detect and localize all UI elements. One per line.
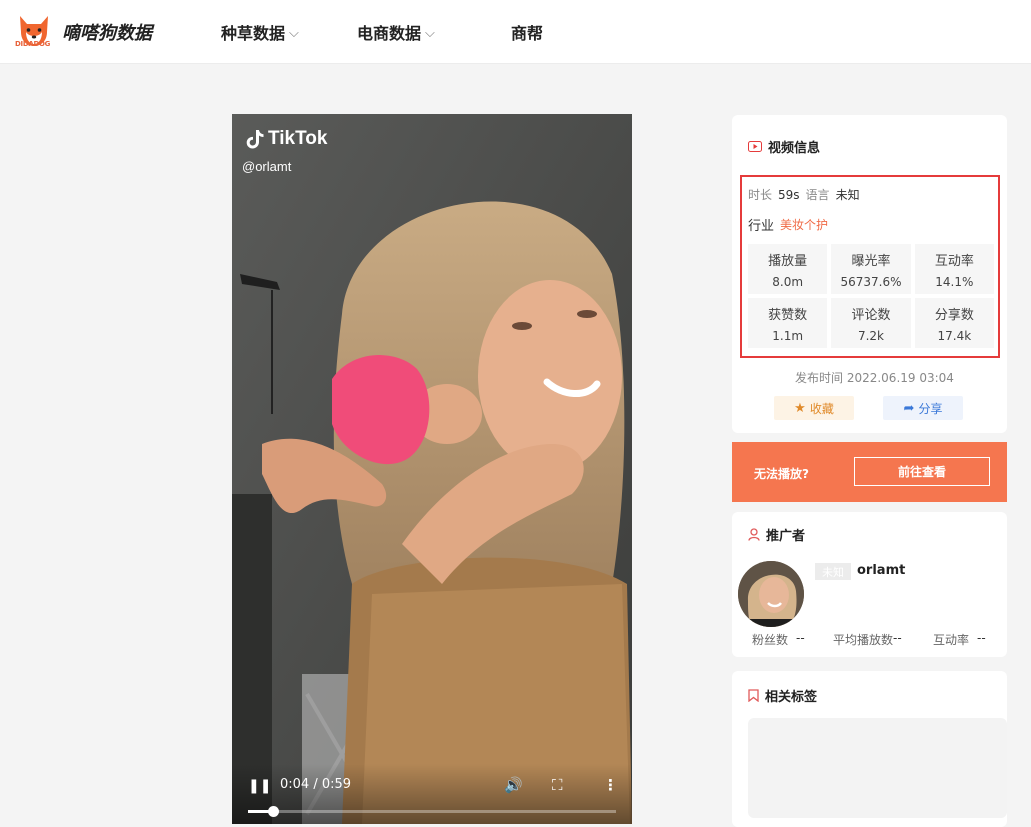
promoter-name[interactable]: orlamt [857, 563, 905, 578]
duration-value: 59s [778, 187, 800, 202]
star-icon: ★ [794, 400, 806, 416]
video-info-highlight-box: 时长 59s 语言 未知 行业 美妆个护 播放量 8.0m 曝光率 56737.… [740, 175, 1000, 358]
more-options-icon[interactable]: ⋮ [603, 776, 618, 794]
duration-language-row: 时长 59s 语言 未知 [748, 186, 860, 203]
video-icon [748, 141, 762, 152]
favorite-label: 收藏 [809, 401, 834, 416]
video-author-handle: @orlamt [242, 159, 292, 174]
top-navigation-bar: DIDADOG 嘀嗒狗数据 种草数据 ⌵ 电商数据 ⌵ 商帮 [0, 0, 1031, 64]
promoter-fans-stat: 粉丝数 -- [752, 631, 805, 648]
stat-value: 7.2k [857, 329, 885, 343]
logo-subtext: DIDADOG [15, 40, 51, 48]
go-view-button[interactable]: 前往查看 [854, 457, 990, 486]
duration-label: 时长 [748, 188, 773, 202]
cannot-play-text: 无法播放? [754, 467, 809, 481]
progress-knob[interactable] [268, 806, 280, 817]
stat-label: 曝光率 [851, 254, 891, 269]
share-label: 分享 [918, 401, 943, 416]
share-arrow-icon: ➦ [903, 400, 915, 416]
stat-value: 8.0m [772, 275, 804, 289]
section-heading: 推广者 [766, 529, 806, 544]
user-icon [748, 528, 760, 541]
tiktok-watermark: TikTok [246, 128, 327, 150]
promoter-avatar-image [738, 561, 804, 627]
platform-name: TikTok [268, 128, 328, 149]
stat-value: 14.1% [935, 275, 974, 289]
promoter-status-badge: 未知 [815, 563, 851, 580]
industry-row: 行业 美妆个护 [748, 215, 828, 234]
brand-name[interactable]: 嘀嗒狗数据 [62, 19, 152, 45]
video-time: 0:04 / 0:59 [280, 777, 352, 792]
avatar[interactable] [738, 561, 804, 627]
stat-comments: 评论数 7.2k [831, 298, 911, 348]
language-value: 未知 [835, 188, 860, 202]
promoter-title: 推广者 [748, 525, 805, 544]
chevron-down-icon: ⌵ [425, 25, 435, 41]
stat-label: 评论数 [851, 308, 891, 323]
stat-value: 17.4k [937, 329, 972, 343]
promoter-avg-play-stat: 平均播放数 -- [833, 631, 902, 648]
video-progress-bar[interactable] [248, 806, 616, 817]
stat-exposure-rate: 曝光率 56737.6% [831, 244, 911, 294]
avg-play-value: -- [893, 631, 902, 645]
industry-label: 行业 [748, 219, 775, 234]
nav-item-shangbang[interactable]: 商帮 [511, 20, 543, 44]
stat-plays: 播放量 8.0m [748, 244, 828, 294]
language-label: 语言 [805, 188, 830, 202]
engagement-value: -- [977, 631, 986, 645]
stat-value: 1.1m [772, 329, 804, 343]
stat-label: 互动率 [934, 254, 974, 269]
section-heading: 视频信息 [768, 141, 821, 156]
stat-value: 56737.6% [840, 275, 902, 289]
pause-button-icon[interactable]: ❚❚ [248, 778, 271, 794]
avg-play-label: 平均播放数 [833, 633, 894, 647]
engagement-label: 互动率 [933, 633, 970, 647]
publish-time: 发布时间 2022.06.19 03:04 [795, 371, 954, 385]
fullscreen-icon[interactable]: ⛶ [552, 776, 563, 794]
video-info-title: 视频信息 [748, 137, 820, 156]
industry-tag[interactable]: 美妆个护 [780, 216, 828, 233]
related-tags-title: 相关标签 [748, 686, 817, 705]
share-button[interactable]: ➦ 分享 [883, 396, 963, 420]
stat-likes: 获赞数 1.1m [748, 298, 828, 348]
video-controls-bar: ❚❚ 0:04 / 0:59 🔊 ⛶ ⋮ [232, 764, 632, 824]
bookmark-icon [748, 689, 759, 702]
section-heading: 相关标签 [765, 690, 818, 705]
video-player[interactable]: TikTok @orlamt ❚❚ 0:04 / 0:59 🔊 ⛶ ⋮ [232, 114, 632, 824]
video-stats-grid: 播放量 8.0m 曝光率 56737.6% 互动率 14.1% 获赞数 1.1m… [748, 244, 994, 348]
nav-label: 电商数据 [357, 24, 422, 43]
tags-list-area [748, 718, 1007, 818]
stat-label: 分享数 [934, 308, 974, 323]
chevron-down-icon: ⌵ [289, 25, 299, 41]
stat-label: 获赞数 [768, 308, 808, 323]
stat-label: 播放量 [768, 254, 808, 269]
promoter-engagement-stat: 互动率 -- [933, 631, 986, 648]
cannot-play-banner: 无法播放? 前往查看 [732, 442, 1007, 502]
nav-item-seeding-data[interactable]: 种草数据 ⌵ [221, 20, 299, 44]
fans-label: 粉丝数 [752, 633, 789, 647]
nav-item-ecommerce-data[interactable]: 电商数据 ⌵ [357, 20, 435, 44]
stat-engagement-rate: 互动率 14.1% [914, 244, 994, 294]
fans-value: -- [796, 631, 805, 645]
video-frame-image [232, 114, 632, 824]
volume-icon[interactable]: 🔊 [504, 776, 523, 794]
favorite-button[interactable]: ★ 收藏 [774, 396, 854, 420]
nav-label: 种草数据 [221, 24, 286, 43]
nav-label: 商帮 [511, 24, 544, 43]
tiktok-logo-icon [246, 130, 264, 149]
stat-shares: 分享数 17.4k [914, 298, 994, 348]
